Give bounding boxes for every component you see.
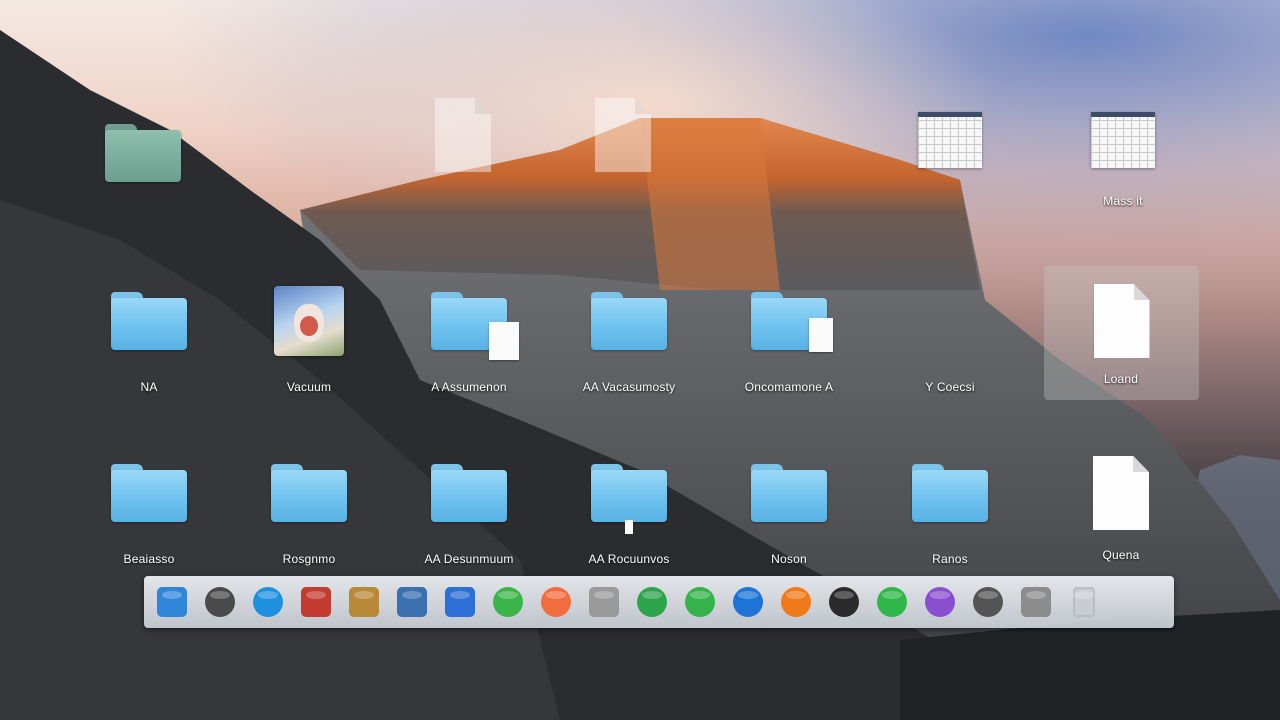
photos-icon — [541, 587, 571, 617]
finder-icon — [157, 587, 187, 617]
icon-label: AA Vacasumosty — [582, 380, 676, 394]
folder-icon — [591, 464, 667, 534]
dock-item-messages[interactable] — [488, 582, 528, 622]
document-icon — [595, 98, 651, 172]
desktop-icon-spreadsheet[interactable]: Mass it — [1068, 110, 1178, 240]
dock-item-launchpad[interactable] — [200, 582, 240, 622]
icon-label: NA — [140, 380, 158, 394]
icon-label: A Assumenon — [431, 380, 507, 394]
mail-icon — [301, 587, 331, 617]
file-icon — [930, 292, 970, 348]
desktop-icon-folder[interactable]: AA Vacasumosty — [574, 286, 684, 416]
icon-label: Vacuum — [286, 380, 332, 394]
contacts-icon — [445, 587, 475, 617]
desktop-icon-folder[interactable]: A Assumenon — [414, 286, 524, 416]
dock-item-reminders[interactable] — [584, 582, 624, 622]
launchpad-icon — [205, 587, 235, 617]
camera-icon — [829, 587, 859, 617]
desktop-icon-folder[interactable] — [88, 118, 198, 248]
dock-item-podcasts[interactable] — [920, 582, 960, 622]
dock-item-ibooks[interactable] — [776, 582, 816, 622]
icon-label: Loand — [1103, 372, 1139, 386]
icon-label: AA Desunmuum — [424, 552, 514, 566]
safari-icon — [253, 587, 283, 617]
icon-label: Y Coecsi — [925, 380, 975, 394]
dock-item-numbers[interactable] — [632, 582, 672, 622]
dock-item-trash[interactable] — [1064, 582, 1104, 622]
spreadsheet-icon — [918, 112, 982, 168]
desktop-icon-file[interactable]: Y Coecsi — [895, 286, 1005, 416]
dock-item-finder[interactable] — [152, 582, 192, 622]
desktop-icon-folder[interactable]: Rosgnmo — [254, 458, 364, 588]
icon-label: Rosgnmo — [282, 552, 336, 566]
desktop-icon-folder[interactable]: Ranos — [895, 458, 1005, 588]
desktop-icon-document-selected[interactable]: Loand — [1044, 266, 1199, 400]
numbers-icon — [637, 587, 667, 617]
desktop-icon-document[interactable] — [568, 96, 678, 226]
folder-icon — [591, 292, 667, 350]
folder-icon — [271, 464, 347, 522]
folder-icon — [105, 124, 181, 182]
desktop-icon-folder[interactable]: Beaiasso — [94, 458, 204, 588]
icon-label: Oncomamone A — [744, 380, 834, 394]
icon-label: Noson — [771, 552, 807, 566]
dock-item-system-preferences[interactable] — [1016, 582, 1056, 622]
desktop-icon-document[interactable]: Quena — [1066, 454, 1176, 584]
folder-icon — [751, 464, 827, 522]
icon-label: Beaiasso — [123, 552, 175, 566]
photo-icon — [274, 286, 344, 356]
reminders-icon — [589, 587, 619, 617]
desktop-icon-folder[interactable]: AA Rocuunvos — [574, 458, 684, 588]
dock-item-safari[interactable] — [248, 582, 288, 622]
desktop-icon-photo[interactable]: Vacuum — [254, 286, 364, 416]
desktop-icon-folder[interactable]: Noson — [734, 458, 844, 588]
preview-icon — [397, 587, 427, 617]
icon-label: AA Rocuunvos — [588, 552, 670, 566]
system-preferences-icon — [1021, 587, 1051, 617]
document-icon — [1093, 284, 1150, 358]
notes-icon — [349, 587, 379, 617]
document-icon — [1093, 456, 1149, 530]
desktop-icon-folder[interactable]: AA Desunmuum — [414, 458, 524, 588]
facetime-icon — [685, 587, 715, 617]
dock-item-maps[interactable] — [872, 582, 912, 622]
folder-icon — [111, 464, 187, 522]
document-icon — [435, 98, 491, 172]
maps-icon — [877, 587, 907, 617]
dock-item-preview[interactable] — [392, 582, 432, 622]
dock-item-mail[interactable] — [296, 582, 336, 622]
folder-with-document-icon — [751, 292, 833, 352]
ibooks-icon — [781, 587, 811, 617]
podcasts-icon — [925, 587, 955, 617]
dock-item-facetime[interactable] — [680, 582, 720, 622]
dock-item-chat[interactable] — [968, 582, 1008, 622]
folder-icon — [912, 464, 988, 522]
icon-label: Mass it — [1103, 194, 1143, 208]
dock-item-contacts[interactable] — [440, 582, 480, 622]
trash-icon — [1073, 587, 1095, 617]
folder-with-document-icon — [431, 292, 519, 360]
desktop-icon-folder[interactable]: NA — [94, 286, 204, 416]
desktop-icon-folder[interactable]: Oncomamone A — [734, 286, 844, 416]
dock — [144, 576, 1174, 628]
folder-icon — [431, 464, 507, 522]
desktop-icon-document[interactable] — [408, 96, 518, 226]
folder-icon — [111, 292, 187, 350]
dock-item-app-store[interactable] — [728, 582, 768, 622]
desktop-icon-spreadsheet[interactable] — [895, 110, 1005, 240]
messages-icon — [493, 587, 523, 617]
spreadsheet-icon — [1091, 112, 1155, 168]
icon-label: Ranos — [932, 552, 968, 566]
desktop[interactable]: Mass it NA Vacuum A Assumenon AA Vacasum… — [0, 0, 1280, 720]
app-store-icon — [733, 587, 763, 617]
dock-item-photos[interactable] — [536, 582, 576, 622]
dock-item-camera[interactable] — [824, 582, 864, 622]
dock-item-notes[interactable] — [344, 582, 384, 622]
icon-label: Quena — [1102, 548, 1140, 562]
chat-icon — [973, 587, 1003, 617]
